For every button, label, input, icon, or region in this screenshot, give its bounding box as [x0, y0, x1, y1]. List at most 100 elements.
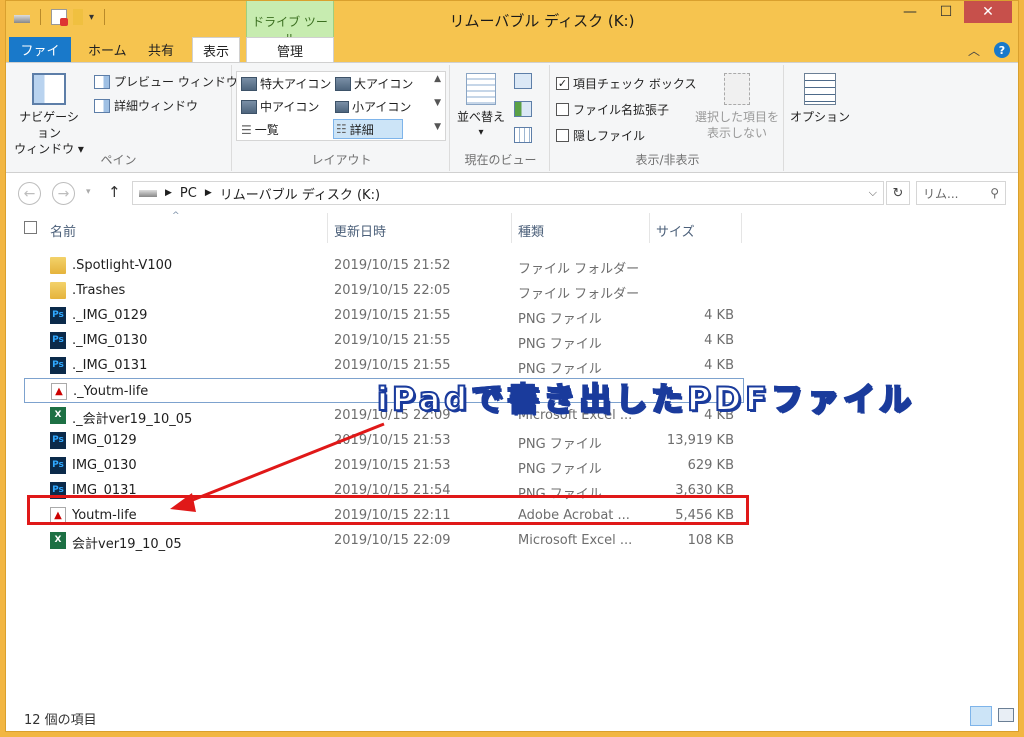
tab-file[interactable]: ファイル — [9, 37, 71, 78]
status-bar: 12 個の項目 — [6, 703, 1018, 731]
layout-gallery: 特大アイコン 大アイコン 中アイコン 小アイコン ☰ 一覧 ☷ 詳細 ▲ ▼ ▼ — [236, 71, 446, 141]
breadcrumb-drive[interactable]: リムーバブル ディスク (K:) — [220, 184, 380, 203]
file-size: 4 KB — [704, 308, 734, 323]
file-row[interactable]: .Spotlight-V100 2019/10/15 21:52 ファイル フォルダ… — [24, 253, 744, 278]
layout-scroll-down-icon[interactable]: ▼ — [434, 98, 441, 108]
file-row[interactable]: Ps ._IMG_0129 2019/10/15 21:55 PNG ファイル 4 KB — [24, 303, 744, 328]
large-icons-toggle-icon[interactable] — [998, 708, 1014, 722]
close-button[interactable]: ✕ — [964, 1, 1012, 23]
file-extensions-toggle[interactable]: ファイル名拡張子 — [556, 101, 669, 118]
select-all-checkbox[interactable] — [24, 221, 37, 234]
tab-view[interactable]: 表示 — [192, 37, 240, 62]
file-date: 2019/10/15 21:55 — [334, 333, 451, 348]
breadcrumb-separator-icon: ▶ — [165, 188, 172, 198]
ribbon-tab-icons: ︿ ? — [968, 42, 1010, 59]
file-row[interactable]: Ps ._IMG_0130 2019/10/15 21:55 PNG ファイル 4 KB — [24, 328, 744, 353]
sort-by-button[interactable]: 並べ替え ▾ — [456, 71, 506, 141]
details-view-toggle-icon[interactable] — [970, 706, 992, 726]
details-pane-label: 詳細ウィンドウ — [114, 99, 199, 113]
ps-file-icon: Ps — [50, 307, 66, 324]
item-checkboxes-toggle[interactable]: ✓ 項目チェック ボックス — [556, 75, 696, 92]
address-bar[interactable]: ▶ PC ▶ リムーバブル ディスク (K:) ⌵ — [132, 181, 884, 205]
details-view-icon: ☷ — [336, 122, 347, 136]
refresh-button[interactable]: ↻ — [886, 181, 910, 205]
file-size: 13,919 KB — [666, 433, 734, 448]
search-box[interactable]: リム... ⚲ — [916, 181, 1006, 205]
search-input[interactable]: リム... — [923, 185, 958, 202]
list-view-label: 一覧 — [254, 123, 279, 137]
hide-selected-button[interactable]: 選択した項目を 表示しない — [690, 71, 784, 141]
annotation-label: iPadで書き出したPDFファイル — [376, 379, 915, 419]
sort-by-label: 並べ替え — [456, 110, 505, 124]
column-header-name-label: 名前 — [50, 225, 77, 240]
column-header-size[interactable]: サイズ — [650, 213, 742, 243]
layout-scroll-up-icon[interactable]: ▲ — [434, 74, 441, 84]
file-row[interactable]: Ps IMG_0129 2019/10/15 21:53 PNG ファイル 13,919… — [24, 428, 744, 453]
list-view-button[interactable]: ☰ 一覧 — [241, 121, 279, 138]
back-button[interactable]: ← — [18, 182, 41, 205]
hidden-items-label: 隠しファイル — [573, 129, 646, 143]
file-row[interactable]: Ps IMG_0130 2019/10/15 21:53 PNG ファイル 629 KB — [24, 453, 744, 478]
item-checkboxes-checkbox[interactable]: ✓ — [556, 77, 569, 90]
item-count: 12 個の項目 — [24, 713, 97, 728]
maximize-button[interactable]: ☐ — [928, 1, 964, 23]
details-pane-button[interactable]: 詳細ウィンドウ — [94, 97, 198, 114]
file-date: 2019/10/15 22:05 — [334, 283, 451, 298]
navigation-pane-button[interactable]: ナビゲーション ウィンドウ ▾ — [14, 71, 84, 157]
folder-file-icon — [50, 257, 66, 274]
minimize-button[interactable]: — — [892, 1, 928, 23]
help-icon[interactable]: ? — [994, 42, 1010, 58]
hidden-items-toggle[interactable]: 隠しファイル — [556, 127, 645, 144]
layout-more-icon[interactable]: ▼ — [434, 122, 441, 132]
address-bar-row: ← → ▾ ↑ ▶ PC ▶ リムーバブル ディスク (K:) ⌵ ↻ リム..… — [6, 173, 1018, 213]
large-icons-button[interactable]: 大アイコン — [335, 75, 413, 92]
small-icons-label: 小アイコン — [352, 100, 412, 114]
address-dropdown-icon[interactable]: ⌵ — [869, 186, 877, 200]
options-group: オプション — [786, 65, 854, 171]
extra-large-icons-label: 特大アイコン — [260, 77, 332, 91]
column-header-date[interactable]: 更新日時 — [328, 213, 512, 243]
large-icons-label: 大アイコン — [354, 77, 414, 91]
highlight-box — [27, 495, 749, 525]
ps-file-icon: Ps — [50, 432, 66, 449]
large-icons-icon — [335, 76, 351, 91]
extra-large-icons-button[interactable]: 特大アイコン — [241, 75, 331, 92]
column-header-type[interactable]: 種類 — [512, 213, 650, 243]
ribbon: ナビゲーション ウィンドウ ▾ プレビュー ウィンドウ 詳細ウィンドウ ペイン … — [6, 62, 1018, 173]
search-icon[interactable]: ⚲ — [990, 186, 999, 200]
up-button[interactable]: ↑ — [108, 183, 121, 201]
file-type: ファイル フォルダー — [518, 287, 640, 302]
layout-group-label: レイアウト — [311, 153, 372, 167]
file-extensions-checkbox[interactable] — [556, 103, 569, 116]
small-icons-button[interactable]: 小アイコン — [335, 98, 411, 115]
collapse-ribbon-icon[interactable]: ︿ — [968, 42, 980, 59]
medium-icons-button[interactable]: 中アイコン — [241, 98, 319, 115]
options-button[interactable]: オプション — [790, 71, 850, 125]
file-size: 108 KB — [687, 533, 734, 548]
sort-by-chevron-icon: ▾ — [478, 127, 484, 138]
preview-pane-label: プレビュー ウィンドウ — [114, 75, 238, 89]
hidden-items-checkbox[interactable] — [556, 129, 569, 142]
details-view-button[interactable]: ☷ 詳細 — [333, 119, 403, 139]
file-row[interactable]: .Trashes 2019/10/15 22:05 ファイル フォルダー — [24, 278, 744, 303]
tab-manage[interactable]: 管理 — [246, 37, 334, 62]
item-checkboxes-label: 項目チェック ボックス — [573, 77, 697, 91]
hide-selected-label-2: 表示しない — [706, 126, 767, 140]
file-date: 2019/10/15 21:52 — [334, 258, 451, 273]
file-name: IMG_0129 — [72, 433, 137, 448]
tab-home[interactable]: ホーム — [78, 37, 137, 62]
size-columns-icon[interactable] — [514, 127, 532, 143]
group-by-icon[interactable] — [514, 73, 532, 89]
breadcrumb-pc[interactable]: PC — [180, 186, 197, 201]
add-columns-icon[interactable] — [514, 101, 532, 117]
current-view-group: 並べ替え ▾ 現在のビュー — [452, 65, 550, 171]
ps-file-icon: Ps — [50, 332, 66, 349]
file-row[interactable]: X 会計ver19_10_05 2019/10/15 22:09 Microsoft … — [24, 528, 744, 553]
hide-selected-icon — [724, 73, 750, 105]
column-header-name[interactable]: 名前 ^ — [44, 211, 328, 243]
list-view-icon: ☰ — [241, 122, 252, 137]
tab-share[interactable]: 共有 — [138, 37, 184, 62]
recent-locations-icon[interactable]: ▾ — [86, 187, 91, 197]
forward-button[interactable]: → — [52, 182, 75, 205]
preview-pane-button[interactable]: プレビュー ウィンドウ — [94, 73, 238, 90]
